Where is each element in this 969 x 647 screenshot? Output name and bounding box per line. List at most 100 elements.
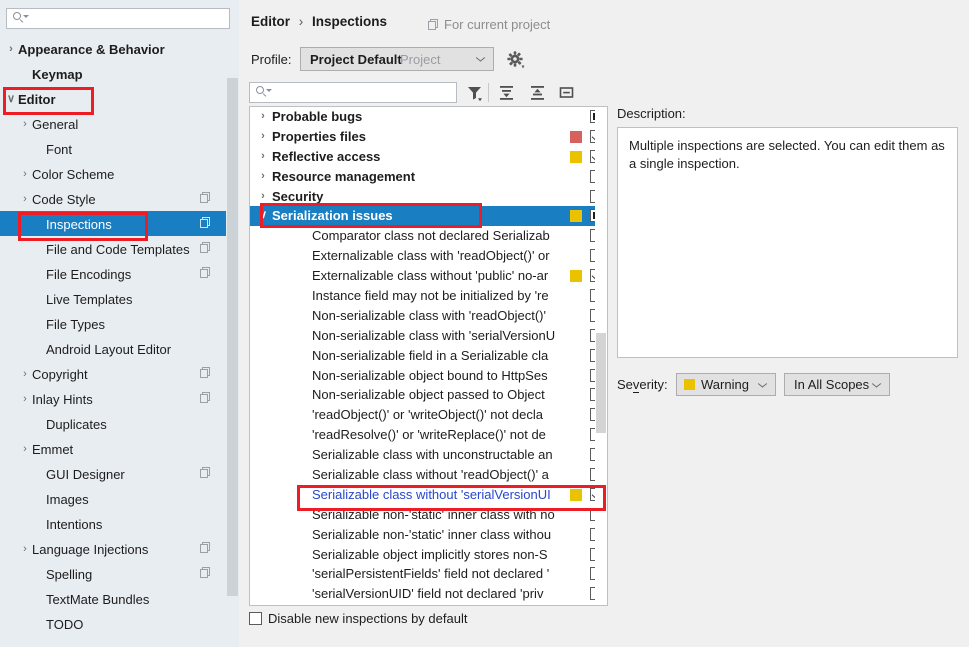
sidebar-item-gui-designer[interactable]: GUI Designer: [0, 461, 239, 486]
inspection-row[interactable]: Non-serializable object bound to HttpSes: [250, 366, 607, 386]
sidebar-item-general[interactable]: › General: [0, 111, 239, 136]
inspection-row[interactable]: 'serialVersionUID' field not declared 'p…: [250, 584, 607, 604]
inspection-group-row[interactable]: › Security: [250, 187, 607, 207]
sidebar-item-font[interactable]: Font: [0, 136, 239, 161]
inspection-row[interactable]: Serializable class without 'serialVersio…: [250, 485, 607, 505]
chevron-right-icon[interactable]: ›: [18, 187, 32, 212]
sidebar-item-emmet[interactable]: › Emmet: [0, 436, 239, 461]
inspection-group-row[interactable]: › Properties files: [250, 127, 607, 147]
sidebar-item-live-templates[interactable]: Live Templates: [0, 286, 239, 311]
inspection-row[interactable]: 'serialPersistentFields' field not decla…: [250, 564, 607, 584]
sidebar-item-file-encodings[interactable]: File Encodings: [0, 261, 239, 286]
sidebar-item-android-layout-editor[interactable]: Android Layout Editor: [0, 336, 239, 361]
sidebar-scrollbar-thumb[interactable]: [227, 78, 238, 596]
inspection-row[interactable]: Serializable class without 'readObject()…: [250, 465, 607, 485]
sidebar-item-editor[interactable]: ∨ Editor: [0, 86, 239, 111]
chevron-right-icon[interactable]: ›: [4, 37, 18, 62]
sidebar-item-file-types[interactable]: File Types: [0, 311, 239, 336]
inspection-row[interactable]: Serializable non-'static' inner class wi…: [250, 525, 607, 545]
chevron-right-icon[interactable]: ›: [257, 107, 269, 127]
sidebar-item-color-scheme[interactable]: › Color Scheme: [0, 161, 239, 186]
chevron-right-icon[interactable]: ›: [18, 162, 32, 187]
sidebar-item-file-and-code-templates[interactable]: File and Code Templates: [0, 236, 239, 261]
inspection-group-row[interactable]: ∨ Serialization issues: [250, 206, 607, 227]
inspection-group-row[interactable]: › Reflective access: [250, 147, 607, 167]
inspections-scrollbar-thumb[interactable]: [596, 333, 606, 433]
sidebar-item-appearance-behavior[interactable]: › Appearance & Behavior: [0, 36, 239, 61]
sidebar-item-todo[interactable]: TODO: [0, 611, 239, 636]
inspection-label: Serializable object implicitly stores no…: [312, 546, 548, 562]
inspection-row[interactable]: Non-serializable field in a Serializable…: [250, 346, 607, 366]
sidebar-item-label: Keymap: [32, 67, 83, 83]
sidebar-item-label: Language Injections: [32, 542, 149, 558]
severity-dropdown[interactable]: Warning: [676, 373, 776, 396]
sidebar-item-label: Emmet: [32, 442, 74, 458]
profile-dropdown[interactable]: Project Default Project: [300, 47, 494, 71]
severity-label-prefix: Se: [617, 377, 633, 392]
chevron-right-icon[interactable]: ›: [18, 112, 32, 137]
sidebar-item-label: Images: [46, 492, 89, 508]
inspection-group-row[interactable]: › Probable bugs: [250, 107, 607, 127]
copy-scope-icon: [200, 542, 211, 553]
chevron-right-icon[interactable]: ›: [257, 127, 269, 147]
sidebar-scrollbar-track[interactable]: [226, 36, 239, 641]
inspection-row[interactable]: 'readObject()' or 'writeObject()' not de…: [250, 405, 607, 425]
inspection-group-row[interactable]: › Resource management: [250, 167, 607, 187]
sidebar-item-spelling[interactable]: Spelling: [0, 561, 239, 586]
sidebar-item-inspections[interactable]: Inspections: [0, 211, 239, 236]
breadcrumb-root[interactable]: Editor: [251, 14, 290, 29]
chevron-down-icon[interactable]: ∨: [257, 206, 269, 226]
inspection-row[interactable]: Non-serializable class with 'serialVersi…: [250, 326, 607, 346]
chevron-right-icon[interactable]: ›: [18, 537, 32, 562]
sidebar-item-images[interactable]: Images: [0, 486, 239, 511]
chevron-down-icon[interactable]: ∨: [4, 87, 18, 112]
scope-dropdown[interactable]: In All Scopes: [784, 373, 890, 396]
sidebar-item-inlay-hints[interactable]: › Inlay Hints: [0, 386, 239, 411]
severity-label: Severity:: [617, 377, 668, 393]
inspection-label: 'serialVersionUID' field not declared 'p…: [312, 586, 544, 602]
severity-label-suffix: erity:: [639, 377, 668, 392]
sidebar-item-intentions[interactable]: Intentions: [0, 511, 239, 536]
settings-dialog: › Appearance & Behavior Keymap ∨ Editor › Gene…: [0, 0, 969, 647]
inspection-search-input[interactable]: [249, 82, 457, 103]
disable-new-inspections-label: Disable new inspections by default: [268, 611, 468, 626]
filter-icon[interactable]: [465, 83, 484, 102]
chevron-right-icon[interactable]: ›: [257, 167, 269, 187]
group-by-severity-icon[interactable]: [557, 83, 576, 102]
chevron-right-icon[interactable]: ›: [18, 387, 32, 412]
sidebar-item-language-injections[interactable]: › Language Injections: [0, 536, 239, 561]
sidebar-item-copyright[interactable]: › Copyright: [0, 361, 239, 386]
disable-new-inspections-checkbox[interactable]: [249, 612, 262, 625]
inspection-row[interactable]: Serializable non-'static' inner class wi…: [250, 505, 607, 525]
sidebar-tree: › Appearance & Behavior Keymap ∨ Editor › Gene…: [0, 36, 239, 636]
inspection-label: 'serialPersistentFields' field not decla…: [312, 566, 550, 582]
chevron-down-icon: [476, 57, 485, 62]
chevron-right-icon[interactable]: ›: [257, 147, 269, 167]
chevron-right-icon[interactable]: ›: [257, 187, 269, 207]
inspections-scrollbar-track[interactable]: [595, 107, 607, 605]
disable-new-inspections-row[interactable]: Disable new inspections by default: [249, 610, 467, 626]
inspection-row[interactable]: Externalizable class without 'public' no…: [250, 266, 607, 286]
sidebar-search-input[interactable]: [6, 8, 230, 29]
inspection-row[interactable]: Instance field may not be initialized by…: [250, 286, 607, 306]
sidebar-item-textmate-bundles[interactable]: TextMate Bundles: [0, 586, 239, 611]
chevron-right-icon[interactable]: ›: [18, 437, 32, 462]
sidebar-item-code-style[interactable]: › Code Style: [0, 186, 239, 211]
inspection-row[interactable]: Serializable class with unconstructable …: [250, 445, 607, 465]
gear-icon[interactable]: [504, 48, 526, 70]
inspection-row[interactable]: Comparator class not declared Serializab: [250, 226, 607, 246]
expand-all-icon[interactable]: [497, 83, 516, 102]
sidebar-item-label: Duplicates: [46, 417, 107, 433]
inspection-row[interactable]: 'readResolve()' or 'writeReplace()' not …: [250, 425, 607, 445]
settings-sidebar: › Appearance & Behavior Keymap ∨ Editor › Gene…: [0, 0, 239, 647]
inspection-row[interactable]: Non-serializable class with 'readObject(…: [250, 306, 607, 326]
sidebar-item-label: GUI Designer: [46, 467, 125, 483]
collapse-all-icon[interactable]: [528, 83, 547, 102]
severity-color-swatch: [684, 379, 695, 390]
chevron-right-icon[interactable]: ›: [18, 362, 32, 387]
inspection-row[interactable]: Serializable object implicitly stores no…: [250, 545, 607, 565]
sidebar-item-keymap[interactable]: Keymap: [0, 61, 239, 86]
inspection-row[interactable]: Non-serializable object passed to Object: [250, 385, 607, 405]
sidebar-item-duplicates[interactable]: Duplicates: [0, 411, 239, 436]
inspection-row[interactable]: Externalizable class with 'readObject()'…: [250, 246, 607, 266]
